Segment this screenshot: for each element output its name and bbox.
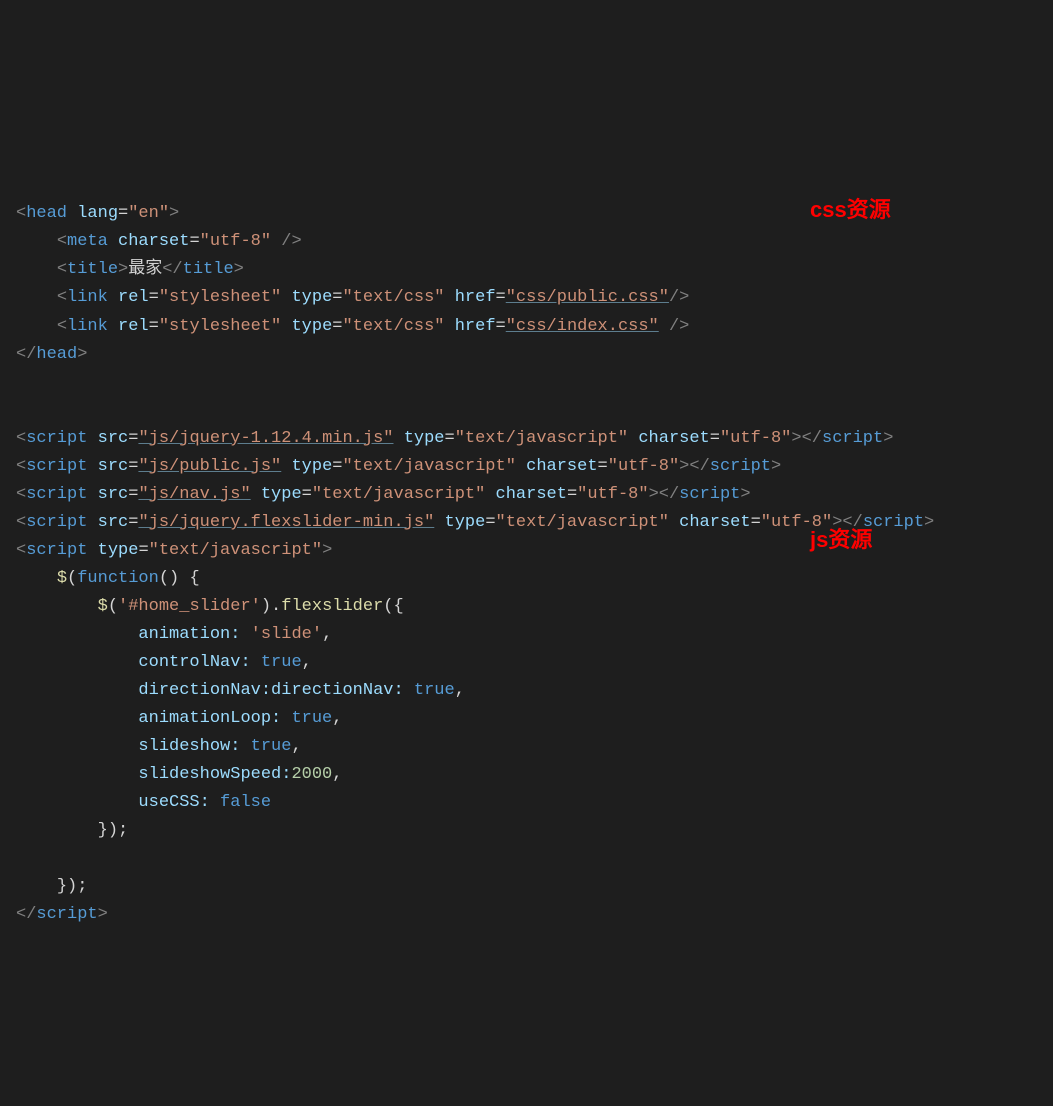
code-line: $(function() { [16, 569, 200, 588]
code-editor[interactable]: css资源 js资源 <head lang="en"> <meta charse… [0, 112, 1053, 965]
code-line: </head> [16, 345, 87, 364]
code-line [16, 849, 26, 868]
code-line: <link rel="stylesheet" type="text/css" h… [16, 288, 689, 307]
code-line: <script src="js/jquery-1.12.4.min.js" ty… [16, 429, 893, 448]
code-line: <meta charset="utf-8" /> [16, 232, 302, 251]
code-line: $('#home_slider').flexslider({ [16, 597, 404, 616]
code-line: }); [16, 877, 87, 896]
code-line: <script src="js/public.js" type="text/ja… [16, 457, 781, 476]
code-line: controlNav: true, [16, 653, 312, 672]
code-line: animation: 'slide', [16, 625, 332, 644]
code-line: </script> [16, 905, 108, 924]
annotation-css: css资源 [810, 192, 891, 228]
annotation-js: js资源 [810, 522, 872, 558]
code-line: slideshowSpeed:2000, [16, 765, 342, 784]
code-line: <script src="js/nav.js" type="text/javas… [16, 485, 751, 504]
code-line: <title>最家</title> [16, 260, 244, 279]
code-line: slideshow: true, [16, 737, 302, 756]
code-line: <script src="js/jquery.flexslider-min.js… [16, 513, 934, 532]
code-line: animationLoop: true, [16, 709, 342, 728]
code-line: }); [16, 821, 128, 840]
code-line: directionNav:directionNav: true, [16, 681, 465, 700]
code-line: useCSS: false [16, 793, 271, 812]
code-line: <head lang="en"> [16, 204, 179, 223]
code-line: <script type="text/javascript"> [16, 541, 332, 560]
code-line: <link rel="stylesheet" type="text/css" h… [16, 317, 689, 336]
